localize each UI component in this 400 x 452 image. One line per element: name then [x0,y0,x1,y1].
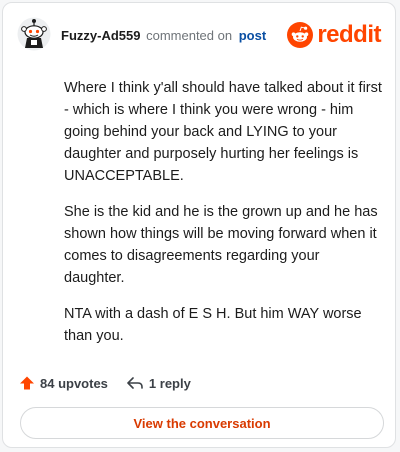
reddit-snoo-icon [287,22,314,48]
comment-paragraph: She is the kid and he is the grown up an… [64,204,378,286]
comment-paragraph: NTA with a dash of E S H. But him WAY wo… [64,306,362,344]
comment-header: Fuzzy-Ad559 commented on post reddit [17,17,381,53]
upvotes-stat[interactable]: 84 upvotes [19,375,108,391]
username[interactable]: Fuzzy-Ad559 [61,28,140,43]
reddit-logo[interactable]: reddit [287,21,381,49]
replies-count: 1 reply [148,375,191,391]
view-conversation-button[interactable]: View the conversation [20,407,384,439]
avatar[interactable] [17,17,51,51]
post-link[interactable]: post [239,28,266,43]
upvote-arrow-icon [20,376,34,390]
action-text: commented on [146,28,233,43]
comment-stats: 84 upvotes 1 reply [19,372,191,394]
replies-stat[interactable]: 1 reply [126,375,191,391]
comment-meta: Fuzzy-Ad559 commented on post [61,28,266,44]
comment-card: Fuzzy-Ad559 commented on post reddit Whe… [2,2,396,448]
comment-body: Where I think y'all should have talked a… [64,77,382,361]
reply-arrow-icon [127,377,143,389]
snoo-avatar-icon [17,17,51,51]
reddit-wordmark: reddit [317,21,381,48]
comment-paragraph: Where I think y'all should have talked a… [64,80,382,184]
upvotes-count: 84 upvotes [40,375,108,391]
